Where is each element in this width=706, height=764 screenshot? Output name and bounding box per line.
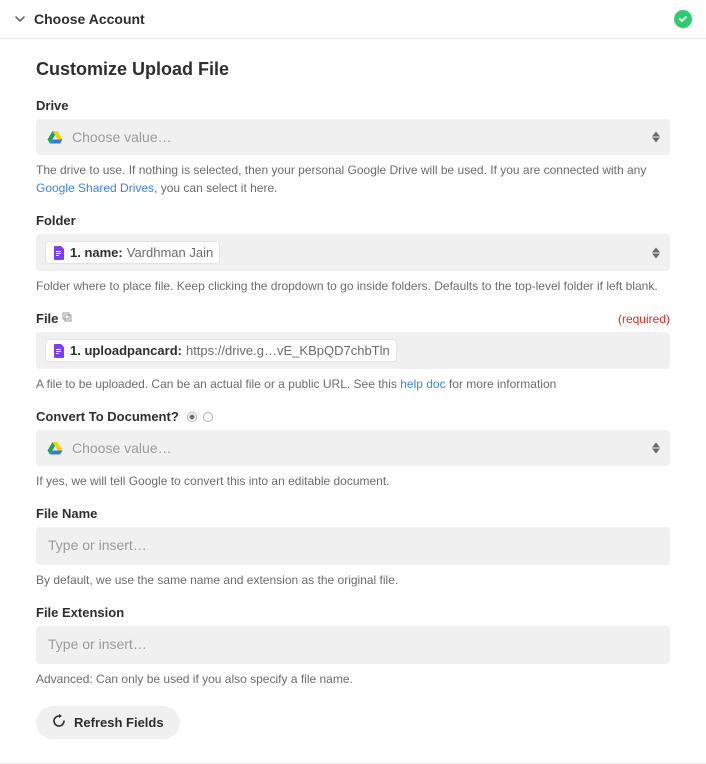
section-header[interactable]: Choose Account	[0, 0, 706, 39]
filename-help: By default, we use the same name and ext…	[36, 571, 670, 589]
field-drive: Drive Choose value… The drive to use. If…	[36, 98, 670, 197]
section-title: Choose Account	[34, 11, 145, 27]
sort-arrows-icon	[652, 247, 660, 258]
convert-help: If yes, we will tell Google to convert t…	[36, 472, 670, 490]
filename-input[interactable]: Type or insert…	[36, 527, 670, 565]
folder-label: Folder	[36, 213, 76, 228]
form-doc-icon	[52, 344, 66, 358]
convert-select[interactable]: Choose value…	[36, 430, 670, 466]
folder-value-pill: 1. name: Vardhman Jain	[46, 242, 219, 263]
form-area: Customize Upload File Drive Choose value…	[0, 39, 706, 764]
refresh-fields-button[interactable]: Refresh Fields	[36, 706, 180, 739]
file-help: A file to be uploaded. Can be an actual …	[36, 375, 670, 393]
radio-option-2[interactable]	[203, 412, 213, 422]
chevron-down-icon	[14, 13, 26, 25]
fileext-label: File Extension	[36, 605, 124, 620]
folder-help: Folder where to place file. Keep clickin…	[36, 277, 670, 295]
refresh-icon	[52, 714, 66, 731]
help-doc-link[interactable]: help doc	[400, 377, 445, 391]
filename-label: File Name	[36, 506, 97, 521]
field-folder: Folder 1. name: Vardhman Jain Folder whe…	[36, 213, 670, 295]
google-drive-icon	[46, 439, 64, 457]
field-fileext: File Extension Type or insert… Advanced:…	[36, 605, 670, 688]
drive-label: Drive	[36, 98, 69, 113]
convert-placeholder: Choose value…	[72, 440, 172, 456]
fileext-help: Advanced: Can only be used if you also s…	[36, 670, 670, 688]
google-drive-icon	[46, 128, 64, 146]
copy-icon	[62, 312, 72, 325]
radio-option-1[interactable]	[187, 412, 197, 422]
form-doc-icon	[52, 246, 66, 260]
drive-help: The drive to use. If nothing is selected…	[36, 161, 670, 197]
sort-arrows-icon	[652, 443, 660, 454]
file-value-pill: 1. uploadpancard: https://drive.g…vE_KBp…	[46, 340, 396, 361]
field-file: File (required) 1. uploadpancard: https:…	[36, 311, 670, 393]
shared-drives-link[interactable]: Google Shared Drives	[36, 181, 154, 195]
folder-select[interactable]: 1. name: Vardhman Jain	[36, 234, 670, 271]
file-select[interactable]: 1. uploadpancard: https://drive.g…vE_KBp…	[36, 332, 670, 369]
field-filename: File Name Type or insert… By default, we…	[36, 506, 670, 589]
refresh-label: Refresh Fields	[74, 715, 164, 730]
status-complete-icon	[674, 10, 692, 28]
file-label: File	[36, 311, 72, 326]
drive-select[interactable]: Choose value…	[36, 119, 670, 155]
drive-placeholder: Choose value…	[72, 129, 172, 145]
field-convert: Convert To Document? Choose value… If ye…	[36, 409, 670, 490]
fileext-input[interactable]: Type or insert…	[36, 626, 670, 664]
file-required: (required)	[618, 312, 670, 326]
page-title: Customize Upload File	[36, 59, 670, 80]
convert-label: Convert To Document?	[36, 409, 213, 424]
sort-arrows-icon	[652, 132, 660, 143]
